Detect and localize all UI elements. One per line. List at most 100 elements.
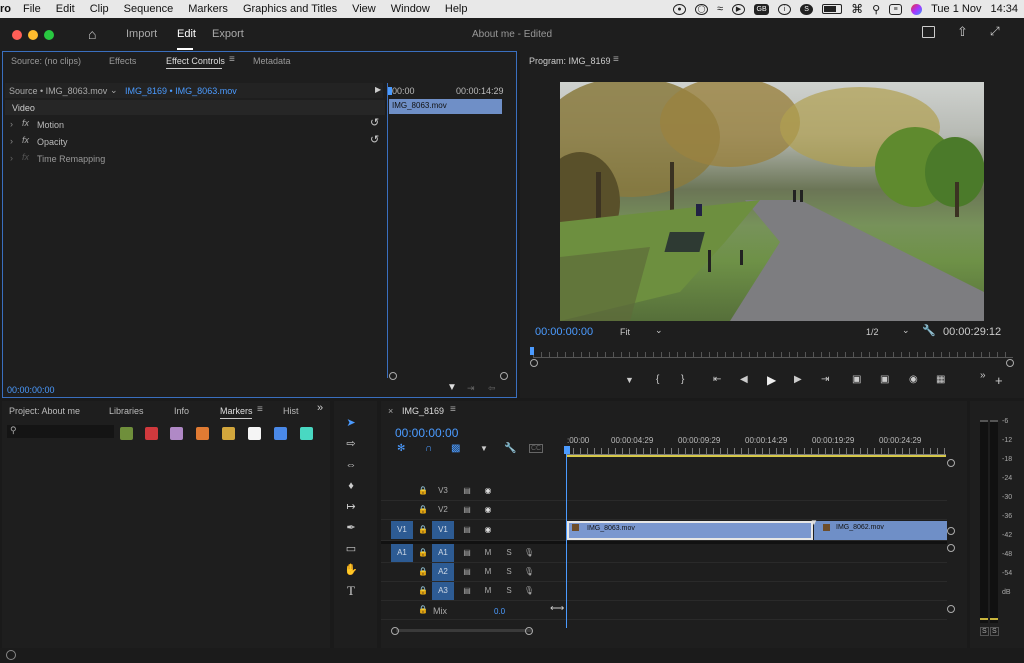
menu-help[interactable]: Help — [445, 3, 468, 15]
battery-icon[interactable] — [822, 4, 843, 14]
menu-view[interactable]: View — [352, 3, 376, 15]
expand-time-remap-icon[interactable]: › — [10, 153, 13, 163]
nest-toggle-icon[interactable]: ✻ — [397, 443, 405, 454]
resolution-dropdown[interactable]: 1/2 — [866, 327, 879, 337]
program-playhead[interactable] — [530, 347, 534, 355]
lock-a3-icon[interactable]: 🔒 — [412, 582, 434, 600]
comparison-view-icon[interactable]: ▦ — [936, 374, 945, 385]
pen-tool-icon[interactable]: ✒ — [342, 519, 360, 537]
tab-markers[interactable]: Markers — [220, 406, 253, 416]
sync-lock-v2-icon[interactable]: ▤ — [456, 501, 478, 519]
menu-graphics-titles[interactable]: Graphics and Titles — [243, 3, 337, 15]
marker-color-red[interactable] — [145, 427, 158, 440]
timeline-horizontal-scroll[interactable] — [396, 629, 532, 632]
marker-color-violet[interactable] — [170, 427, 183, 440]
lock-v3-icon[interactable]: 🔒 — [412, 482, 434, 500]
menu-edit[interactable]: Edit — [56, 3, 75, 15]
lock-a2-icon[interactable]: 🔒 — [412, 563, 434, 581]
track-a1-label[interactable]: A1 — [432, 544, 454, 562]
expand-motion-icon[interactable]: › — [10, 119, 13, 129]
type-tool-icon[interactable]: T — [342, 582, 360, 600]
track-v3-label[interactable]: V3 — [432, 482, 454, 500]
marker-color-green[interactable] — [120, 427, 133, 440]
track-v1-label[interactable]: V1 — [432, 521, 454, 539]
sync-lock-a1-icon[interactable]: ▤ — [456, 544, 478, 562]
tab-project[interactable]: Project: About me — [9, 406, 80, 416]
minimize-window-button[interactable] — [28, 30, 38, 40]
mic-a1-icon[interactable]: 🎙 — [518, 544, 540, 562]
sync-lock-v3-icon[interactable]: ▤ — [456, 482, 478, 500]
play-icon[interactable]: ▶ — [767, 373, 776, 387]
expand-opacity-icon[interactable]: › — [10, 136, 13, 146]
program-zoom-right[interactable] — [1006, 359, 1014, 367]
tab-source[interactable]: Source: (no clips) — [11, 56, 81, 66]
zoom-window-button[interactable] — [44, 30, 54, 40]
ec-zoom-handle-left[interactable] — [389, 372, 397, 380]
mute-a2-button[interactable]: M — [477, 563, 499, 581]
export-frame-camera-icon[interactable]: ◉ — [909, 374, 918, 385]
fit-chevron-icon[interactable]: ⌄ — [655, 325, 663, 336]
ripple-edit-tool-icon[interactable]: ⇔ — [342, 456, 360, 474]
expand-arrow-icon[interactable]: ▶ — [375, 85, 381, 94]
go-to-out-icon[interactable]: ⇥ — [821, 374, 829, 385]
ec-clip-bar[interactable]: IMG_8063.mov — [389, 99, 502, 114]
lock-v1-icon[interactable]: 🔒 — [412, 521, 434, 539]
timeline-playhead-head[interactable] — [564, 446, 570, 454]
program-timecode[interactable]: 00:00:00:00 — [535, 326, 593, 338]
timeline-ruler-ticks[interactable] — [566, 448, 946, 455]
rectangle-tool-icon[interactable]: ▭ — [342, 540, 360, 558]
sync-lock-v1-icon[interactable]: ▤ — [456, 521, 478, 539]
markers-search-input[interactable] — [7, 425, 114, 438]
solo-a3-button[interactable]: S — [498, 582, 520, 600]
transition-marker[interactable]: ▼ — [810, 518, 818, 527]
track-a2-label[interactable]: A2 — [432, 563, 454, 581]
menu-clip[interactable]: Clip — [90, 3, 109, 15]
skype-icon[interactable]: S — [800, 3, 814, 15]
extract-icon[interactable]: ▣ — [880, 374, 889, 385]
settings-wrench-icon[interactable]: 🔧 — [922, 324, 936, 337]
eye-v3-icon[interactable]: ◉ — [477, 482, 499, 500]
home-icon[interactable]: ⌂ — [88, 26, 96, 42]
wifi-icon[interactable]: ⌘ — [851, 2, 863, 16]
ec-effect-time-remapping[interactable]: Time Remapping — [37, 154, 105, 164]
lock-mix-icon[interactable]: 🔒 — [412, 601, 434, 619]
meter-solo-right[interactable]: S — [990, 627, 999, 636]
close-sequence-icon[interactable]: × — [388, 406, 393, 416]
program-video-frame[interactable] — [560, 82, 984, 321]
export-frame-icon[interactable]: ⇥ — [467, 383, 475, 394]
filter-icon[interactable]: ▼ — [447, 382, 457, 393]
toggle-audio-icon[interactable]: ⇦ — [488, 383, 496, 394]
tab-metadata[interactable]: Metadata — [253, 56, 291, 66]
audio-scroll-top[interactable] — [947, 544, 955, 552]
linked-selection-icon[interactable]: ▩ — [451, 443, 460, 454]
ec-effect-motion[interactable]: Motion — [37, 120, 64, 130]
sync-lock-a3-icon[interactable]: ▤ — [456, 582, 478, 600]
add-marker-timeline-icon[interactable]: ▼ — [480, 444, 488, 453]
mark-in-icon[interactable]: { — [656, 374, 659, 385]
tab-export[interactable]: Export — [212, 28, 244, 40]
control-center-icon[interactable]: ≡ — [889, 3, 903, 15]
tab-import[interactable]: Import — [126, 28, 157, 40]
panel-menu-icon[interactable]: ≡ — [229, 54, 235, 65]
quick-export-icon[interactable] — [922, 26, 935, 38]
menubar-date[interactable]: Tue 1 Nov — [931, 3, 981, 15]
track-v2-label[interactable]: V2 — [432, 501, 454, 519]
mix-value[interactable]: 0.0 — [494, 607, 505, 616]
mark-out-icon[interactable]: } — [681, 374, 684, 385]
tab-effects[interactable]: Effects — [109, 56, 136, 66]
marker-color-cyan[interactable] — [300, 427, 313, 440]
source-patch-a1[interactable]: A1 — [391, 544, 413, 562]
lock-v2-icon[interactable]: 🔒 — [412, 501, 434, 519]
reset-opacity-icon[interactable]: ↺ — [370, 133, 379, 146]
hand-tool-icon[interactable]: ✋ — [342, 561, 360, 579]
step-forward-icon[interactable]: ▶ — [794, 374, 802, 385]
program-scrub-ruler[interactable] — [533, 352, 1013, 358]
ec-timecode[interactable]: 00:00:00:00 — [7, 385, 55, 395]
tab-effect-controls[interactable]: Effect Controls — [166, 56, 225, 66]
eye-v2-icon[interactable]: ◉ — [477, 501, 499, 519]
eye-v1-icon[interactable]: ◉ — [477, 521, 499, 539]
source-patch-v1[interactable]: V1 — [391, 521, 413, 539]
fit-dropdown[interactable]: Fit — [620, 327, 630, 337]
ec-playhead-marker[interactable] — [388, 87, 392, 95]
chevron-down-icon[interactable]: ⌄ — [110, 85, 118, 96]
